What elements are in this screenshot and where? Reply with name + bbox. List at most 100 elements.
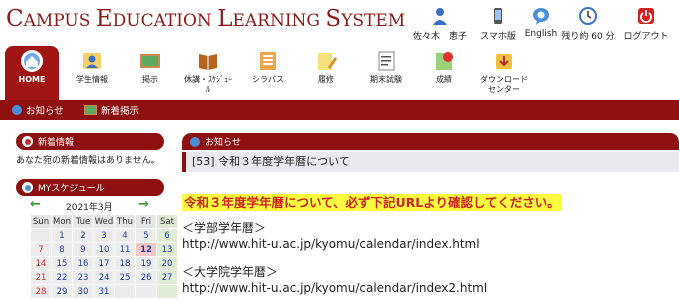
calendar-day-cell[interactable]: 20 bbox=[156, 256, 178, 271]
calendar-day-cell[interactable]: 8 bbox=[51, 242, 73, 257]
calendar-day-cell[interactable]: 27 bbox=[156, 270, 178, 285]
calendar-day-cell[interactable]: 30 bbox=[72, 284, 94, 299]
calendar-day-cell[interactable]: 1 bbox=[51, 228, 73, 243]
calendar-day-cell[interactable]: 12 bbox=[135, 242, 157, 257]
calendar-day-cell[interactable]: 25 bbox=[114, 270, 136, 285]
calendar-day-cell[interactable]: 22 bbox=[51, 270, 73, 285]
calendar-day-cell[interactable]: 14 bbox=[30, 256, 52, 271]
calendar-day-cell[interactable]: 23 bbox=[72, 270, 94, 285]
calendar-week-row: 14 15 16 17 18 19 20 bbox=[30, 256, 178, 271]
title-segment: L bbox=[217, 6, 233, 32]
notice-section: お知らせ bbox=[182, 133, 679, 150]
logout-button[interactable]: ログアウト bbox=[618, 6, 674, 42]
remaining-time: 残り約 60 分 bbox=[561, 32, 615, 42]
title-segment: E bbox=[95, 6, 113, 32]
user-name: 佐々木 恵子 bbox=[412, 32, 467, 42]
calendar-month-nav: ← 2021年3月 → bbox=[30, 197, 154, 213]
calendar-empty-cell bbox=[135, 284, 157, 299]
calendar-day-cell[interactable]: 9 bbox=[72, 242, 94, 257]
news-panel-title: 新着情報 bbox=[38, 138, 75, 148]
schedule-panel: MYスケジュール bbox=[16, 179, 164, 196]
pin-icon bbox=[22, 136, 33, 147]
user-menu[interactable]: 佐々木 恵子 bbox=[412, 6, 468, 42]
news-panel-header: 新着情報 bbox=[16, 133, 164, 150]
sub-navigation: お知らせ 新着掲示 bbox=[0, 100, 679, 120]
nav-syllabus[interactable]: シラバス bbox=[238, 46, 298, 96]
calendar-day-cell[interactable]: 31 bbox=[93, 284, 115, 299]
calendar-day-cell[interactable]: 19 bbox=[135, 256, 157, 271]
nav-home[interactable]: HOME bbox=[5, 46, 59, 100]
calendar-day-cell[interactable]: 16 bbox=[72, 256, 94, 271]
nav-grades[interactable]: 成績 bbox=[414, 46, 474, 96]
logout-label: ログアウト bbox=[623, 32, 669, 42]
calendar-weekday-header: Tue bbox=[72, 214, 94, 229]
calendar-week-row: 7 8 9 10 11 12 13 bbox=[30, 242, 178, 257]
subnav-new-posts[interactable]: 新着掲示 bbox=[84, 103, 139, 117]
subnav-notice-label: お知らせ bbox=[26, 106, 64, 117]
calendar-day-cell[interactable]: 18 bbox=[114, 256, 136, 271]
grad-calendar-label: ＜大学院学年暦＞ bbox=[182, 265, 279, 279]
calendar-weekday-header: Wed bbox=[93, 214, 115, 229]
calendar-day-cell[interactable]: 4 bbox=[114, 228, 136, 243]
calendar-day-cell[interactable]: 28 bbox=[30, 284, 52, 299]
prev-month-arrow-icon[interactable]: ← bbox=[30, 197, 41, 212]
calendar-day-cell[interactable]: 24 bbox=[93, 270, 115, 285]
calendar-day-cell[interactable]: 29 bbox=[51, 284, 73, 299]
nav-cancellation-label-2: ﾙ bbox=[206, 85, 210, 94]
home-icon bbox=[20, 49, 44, 73]
subnav-new-posts-label: 新着掲示 bbox=[101, 106, 140, 117]
nav-registration[interactable]: 履修 bbox=[296, 46, 356, 96]
notice-headline-text: 令和３年度学年暦について、必ず下記URLより確認してください。 bbox=[182, 194, 562, 211]
calendar-week-row: 21 22 23 24 25 26 27 bbox=[30, 270, 178, 285]
nav-cancellation[interactable]: 休講・ｽｹｼﾞｭｰﾙ bbox=[178, 46, 238, 96]
calendar-day-cell[interactable]: 6 bbox=[156, 228, 178, 243]
calendar-day-cell[interactable]: 13 bbox=[156, 242, 178, 257]
notice-headline: 令和３年度学年暦について、必ず下記URLより確認してください。 bbox=[182, 192, 562, 211]
info-icon bbox=[12, 105, 22, 115]
app-title: CAMPUS EDUCATION LEARNING SYSTEM bbox=[6, 6, 405, 32]
calendar-week-row: 123456 bbox=[30, 228, 178, 243]
notice-title: [53] 令和３年度学年暦について bbox=[182, 152, 679, 172]
nav-cancellation-label: 休講・ｽｹｼﾞｭｰ bbox=[184, 75, 232, 84]
calendar-day-cell[interactable]: 7 bbox=[30, 242, 52, 257]
calendar-day-cell[interactable]: 2 bbox=[72, 228, 94, 243]
subnav-notice[interactable]: お知らせ bbox=[12, 103, 64, 117]
nav-download-label-2: センター bbox=[488, 85, 520, 94]
calendar-empty-cell bbox=[114, 284, 136, 299]
calendar-day-cell[interactable]: 21 bbox=[30, 270, 52, 285]
nav-student-info[interactable]: 学生情報 bbox=[62, 46, 122, 96]
nav-grades-label: 成績 bbox=[436, 75, 452, 84]
nav-bulletin[interactable]: 掲示 bbox=[120, 46, 180, 96]
calendar-day-cell[interactable]: 17 bbox=[93, 256, 115, 271]
calendar-day-cell[interactable]: 3 bbox=[93, 228, 115, 243]
info-icon bbox=[22, 182, 33, 193]
title-segment: DUCATION bbox=[112, 11, 218, 31]
schedule-panel-header: MYスケジュール bbox=[16, 179, 164, 196]
nav-bulletin-label: 掲示 bbox=[142, 75, 158, 84]
calendar-empty-cell bbox=[30, 228, 52, 243]
calendar-weekday-header: Thu bbox=[114, 214, 136, 229]
title-segment: AMPUS bbox=[23, 11, 96, 31]
calendar-day-cell[interactable]: 10 bbox=[93, 242, 115, 257]
schedule-panel-title: MYスケジュール bbox=[38, 184, 105, 194]
syllabus-icon bbox=[256, 49, 280, 73]
board-small-icon bbox=[84, 105, 97, 115]
nav-exam[interactable]: 期末試験 bbox=[356, 46, 416, 96]
calendar-weekday-header: Sat bbox=[156, 214, 178, 229]
smartphone-icon bbox=[488, 6, 508, 26]
next-month-arrow-icon[interactable]: → bbox=[138, 197, 149, 212]
calendar-day-cell[interactable]: 5 bbox=[135, 228, 157, 243]
download-icon bbox=[492, 49, 516, 73]
grad-calendar-url[interactable]: http://www.hit-u.ac.jp/kyomu/calendar/in… bbox=[182, 280, 487, 296]
calendar-day-cell[interactable]: 26 bbox=[135, 270, 157, 285]
info-icon bbox=[190, 136, 200, 147]
calendar-day-cell[interactable]: 15 bbox=[51, 256, 73, 271]
title-segment: YSTEM bbox=[341, 11, 406, 31]
board-icon bbox=[138, 49, 162, 73]
exam-paper-icon bbox=[374, 49, 398, 73]
nav-download[interactable]: ダウンロード センター bbox=[472, 46, 536, 96]
grades-icon bbox=[432, 49, 456, 73]
calendar-day-cell[interactable]: 11 bbox=[114, 242, 136, 257]
undergrad-calendar-url[interactable]: http://www.hit-u.ac.jp/kyomu/calendar/in… bbox=[182, 236, 480, 252]
title-segment: C bbox=[6, 6, 24, 32]
